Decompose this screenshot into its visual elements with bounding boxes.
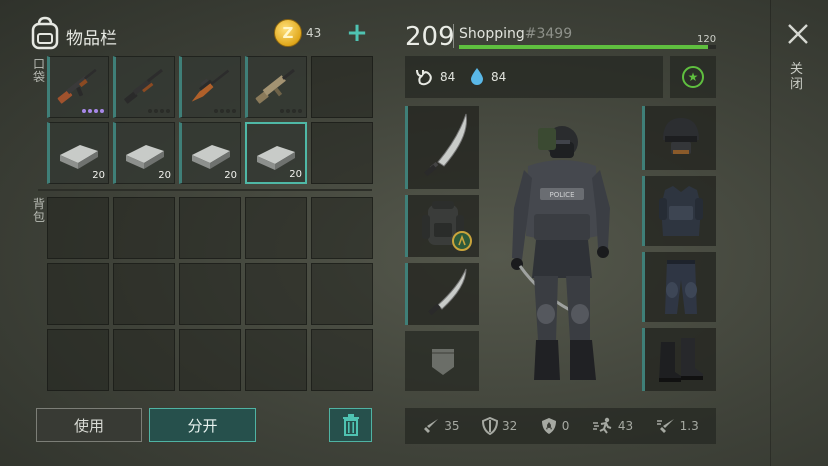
svg-text:POLICE: POLICE [549, 191, 574, 199]
item-quantity: 20 [158, 170, 171, 181]
stats-bar: 35 32 0 43 1.3 [405, 408, 716, 444]
pocket-grid: 20 20 20 20 [47, 56, 373, 184]
inventory-slot-bolt-rifle[interactable] [179, 56, 241, 118]
tactical-backpack-icon [422, 201, 472, 251]
sword-blade-icon [428, 268, 467, 316]
equip-slot-vest[interactable] [642, 176, 716, 246]
achievements-button[interactable]: ★ [670, 56, 716, 98]
inventory-slot-ak-rifle[interactable] [47, 56, 109, 118]
backpack-slot[interactable] [47, 329, 109, 391]
stat-attack-speed: 1.3 [656, 417, 699, 435]
backpack-slot[interactable] [245, 263, 307, 325]
shield-icon [482, 417, 498, 435]
item-quantity: 20 [224, 170, 237, 181]
equip-slot-pants[interactable] [642, 252, 716, 322]
radiation-icon [541, 418, 556, 434]
stat-radiation: 0 [540, 417, 570, 435]
use-button[interactable]: 使用 [36, 408, 142, 442]
inventory-slot-iron-bar[interactable]: 20 [113, 122, 175, 184]
sword-icon [424, 419, 439, 433]
inventory-slot-empty[interactable] [311, 122, 373, 184]
equip-slot-backpack[interactable] [405, 195, 479, 257]
item-quantity: 20 [92, 170, 105, 181]
inventory-slot-iron-bar-selected[interactable]: 20 [245, 122, 307, 184]
equip-slot-helmet[interactable] [642, 106, 716, 170]
backpack-slot[interactable] [311, 329, 373, 391]
inventory-slot-empty[interactable] [311, 56, 373, 118]
stomach-icon [416, 69, 432, 86]
backpack-slot[interactable] [245, 329, 307, 391]
inventory-slot-shotgun[interactable] [113, 56, 175, 118]
close-icon[interactable] [786, 22, 810, 46]
backpack-slot[interactable] [179, 263, 241, 325]
pocket-label: 口袋 [33, 57, 46, 84]
helmet-icon [663, 118, 699, 154]
ak-rifle-icon [57, 68, 97, 104]
item-quantity: 20 [289, 169, 302, 180]
bolt-rifle-icon [191, 69, 230, 102]
player-name: Shopping [459, 26, 525, 42]
player-id: #3499 [524, 26, 573, 42]
backpack-slot[interactable] [47, 197, 109, 259]
backpack-slot[interactable] [179, 197, 241, 259]
equip-slot-melee[interactable] [405, 106, 479, 189]
add-coins-button[interactable]: + [346, 20, 368, 47]
stat-value: 1.3 [679, 419, 699, 433]
trash-icon [342, 414, 359, 436]
player-level: 209 [405, 22, 455, 52]
backpack-icon [31, 16, 59, 50]
vest-icon [659, 186, 703, 236]
backpack-slot[interactable] [113, 263, 175, 325]
backpack-slot[interactable] [245, 197, 307, 259]
section-divider [38, 189, 372, 191]
trash-button[interactable] [329, 408, 372, 442]
stat-damage: 35 [422, 417, 460, 435]
inventory-slot-iron-bar[interactable]: 20 [179, 122, 241, 184]
inventory-slot-iron-bar[interactable]: 20 [47, 122, 109, 184]
level-separator [453, 24, 454, 48]
machete-icon [424, 113, 468, 177]
stat-speed: 43 [592, 417, 633, 435]
panel-divider [770, 0, 771, 466]
coin-icon: Z [274, 19, 302, 47]
hunger-value: 84 [440, 70, 456, 84]
backpack-label: 背包 [33, 197, 46, 224]
backpack-slot[interactable] [179, 329, 241, 391]
split-button[interactable]: 分开 [149, 408, 256, 442]
shotgun-icon [124, 68, 163, 104]
equip-slot-boots[interactable] [642, 328, 716, 391]
inventory-slot-tactical-rifle[interactable] [245, 56, 307, 118]
player-name-line: Shopping#3499 [459, 26, 572, 42]
inventory-title: 物品栏 [66, 29, 117, 49]
character-model: POLICE [511, 126, 610, 380]
backpack-slot[interactable] [47, 263, 109, 325]
xp-max: 120 [697, 34, 717, 45]
backpack-grid [47, 197, 373, 391]
tactical-rifle-icon [255, 68, 295, 104]
equip-slot-pocket[interactable] [405, 331, 479, 391]
backpack-slot[interactable] [113, 197, 175, 259]
backpack-slot[interactable] [113, 329, 175, 391]
equip-slot-secondary[interactable] [405, 263, 479, 325]
stat-value: 0 [561, 419, 570, 433]
pants-icon [665, 260, 697, 314]
sword-speed-icon [656, 419, 674, 433]
backpack-slot[interactable] [311, 197, 373, 259]
water-drop-icon [471, 68, 483, 85]
star-icon: ★ [682, 66, 704, 88]
coin-count: 43 [306, 26, 322, 40]
running-icon [592, 417, 612, 434]
stat-value: 32 [502, 419, 518, 433]
xp-bar-fill [459, 45, 708, 49]
boots-icon [659, 338, 703, 382]
stat-armor: 32 [482, 417, 517, 435]
backpack-slot[interactable] [311, 263, 373, 325]
thirst-value: 84 [491, 70, 507, 84]
pocket-icon [432, 349, 454, 375]
stat-value: 43 [617, 419, 634, 433]
close-label[interactable]: 关闭 [790, 62, 804, 92]
stat-value: 35 [444, 419, 460, 433]
